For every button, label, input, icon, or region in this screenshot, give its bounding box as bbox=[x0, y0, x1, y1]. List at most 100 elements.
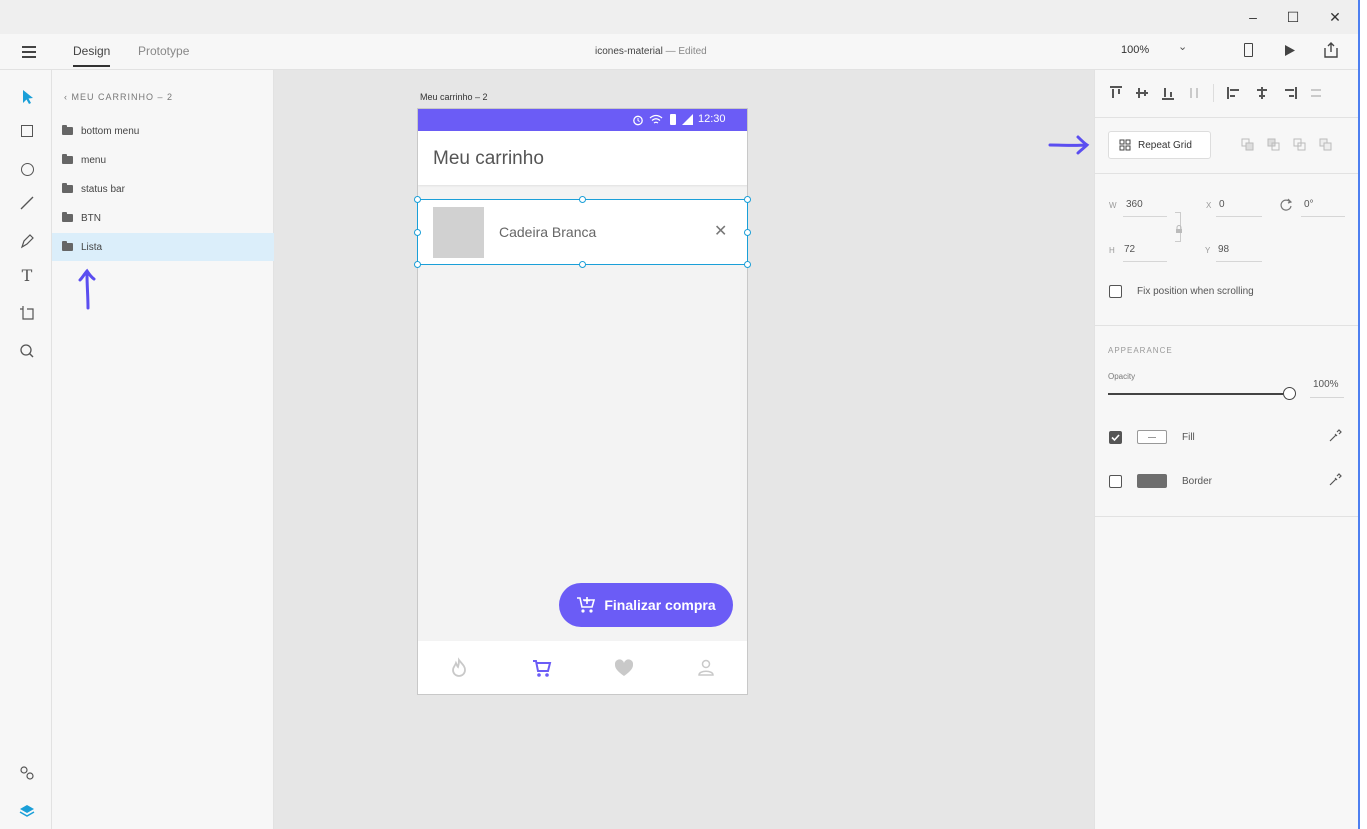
flame-icon[interactable] bbox=[448, 657, 470, 679]
product-thumbnail bbox=[433, 207, 484, 258]
layer-label: menu bbox=[81, 154, 107, 166]
share-icon[interactable] bbox=[1324, 42, 1338, 58]
align-middle-icon[interactable] bbox=[1135, 86, 1149, 100]
layers-icon[interactable] bbox=[18, 802, 36, 820]
breadcrumb-label: MEU CARRINHO – 2 bbox=[71, 92, 174, 102]
select-icon[interactable] bbox=[18, 88, 36, 106]
layer-item[interactable]: menu bbox=[52, 146, 274, 174]
align-center-icon[interactable] bbox=[1255, 86, 1269, 100]
layer-item-selected[interactable]: Lista bbox=[52, 233, 274, 261]
plugins-icon[interactable] bbox=[18, 764, 36, 782]
document-status: — Edited bbox=[665, 46, 707, 57]
artboard-label[interactable]: Meu carrinho – 2 bbox=[420, 92, 488, 102]
grid-icon bbox=[1119, 139, 1131, 151]
fill-swatch[interactable] bbox=[1137, 430, 1167, 444]
opacity-slider-thumb[interactable] bbox=[1283, 387, 1296, 400]
wifi-icon bbox=[649, 114, 663, 124]
play-icon[interactable] bbox=[1284, 44, 1296, 57]
layers-breadcrumb[interactable]: ‹ MEU CARRINHO – 2 bbox=[64, 92, 173, 102]
heart-icon[interactable] bbox=[613, 657, 635, 679]
layer-label: Lista bbox=[81, 241, 103, 253]
status-bar: 12:30 bbox=[418, 109, 747, 131]
app-title: Meu carrinho bbox=[433, 148, 544, 169]
minimize-button[interactable]: – bbox=[1241, 6, 1265, 28]
x-field-underline bbox=[1216, 216, 1262, 217]
boolean-exclude-icon[interactable] bbox=[1319, 138, 1332, 151]
boolean-intersect-icon[interactable] bbox=[1293, 138, 1306, 151]
y-label: Y bbox=[1205, 246, 1212, 255]
align-bottom-icon[interactable] bbox=[1161, 86, 1175, 100]
height-label: H bbox=[1109, 246, 1116, 255]
layer-item[interactable]: BTN bbox=[52, 204, 274, 232]
eyedropper-icon[interactable] bbox=[1328, 429, 1342, 443]
distribute-vertical-icon[interactable] bbox=[1187, 86, 1201, 100]
folder-icon bbox=[62, 154, 73, 164]
ellipse-icon[interactable] bbox=[18, 160, 36, 178]
close-button[interactable]: ✕ bbox=[1323, 6, 1347, 28]
opacity-slider-track[interactable] bbox=[1108, 393, 1283, 395]
product-name: Cadeira Branca bbox=[499, 224, 597, 240]
rotation-field-underline bbox=[1301, 216, 1345, 217]
bottom-nav bbox=[418, 641, 747, 694]
opacity-value[interactable]: 100% bbox=[1313, 379, 1339, 390]
fill-checkbox[interactable] bbox=[1109, 431, 1122, 444]
rectangle-icon[interactable] bbox=[18, 122, 36, 140]
height-field-underline bbox=[1123, 261, 1167, 262]
document-title: icones-material — Edited bbox=[595, 46, 707, 57]
height-value[interactable]: 72 bbox=[1124, 244, 1135, 255]
chevron-left-icon[interactable]: ‹ bbox=[64, 92, 72, 102]
align-right-icon[interactable] bbox=[1283, 86, 1297, 100]
y-value[interactable]: 98 bbox=[1218, 244, 1229, 255]
width-field-underline bbox=[1123, 216, 1167, 217]
transform-section: W 360 X 0 0° H 72 Y 98 Fix position when… bbox=[1095, 174, 1359, 326]
signal-icon bbox=[682, 114, 693, 125]
opacity-label: Opacity bbox=[1108, 372, 1136, 381]
chevron-down-icon[interactable]: ⌄ bbox=[1178, 40, 1187, 53]
rotation-value[interactable]: 0° bbox=[1304, 199, 1314, 210]
zoom-icon[interactable] bbox=[18, 342, 36, 360]
width-value[interactable]: 360 bbox=[1126, 199, 1143, 210]
distribute-horizontal-icon[interactable] bbox=[1309, 86, 1323, 100]
artboard[interactable]: 12:30 Meu carrinho Cadeira Branca ✕ Fina… bbox=[417, 108, 748, 695]
scrollbar[interactable] bbox=[1358, 0, 1367, 829]
scrollbar-edge bbox=[1358, 0, 1360, 829]
line-icon[interactable] bbox=[18, 194, 36, 212]
zoom-level[interactable]: 100% bbox=[1121, 44, 1149, 56]
maximize-button[interactable]: ☐ bbox=[1281, 6, 1305, 28]
text-icon[interactable]: T bbox=[18, 266, 36, 285]
border-checkbox[interactable] bbox=[1109, 475, 1122, 488]
annotation-arrow-right bbox=[1048, 135, 1090, 155]
device-preview-icon[interactable] bbox=[1244, 43, 1253, 57]
border-swatch[interactable] bbox=[1137, 474, 1167, 488]
pen-icon[interactable] bbox=[18, 232, 36, 250]
checkout-button[interactable]: Finalizar compra bbox=[559, 583, 733, 627]
layer-item[interactable]: status bar bbox=[52, 175, 274, 203]
width-label: W bbox=[1109, 201, 1118, 210]
x-value[interactable]: 0 bbox=[1219, 199, 1225, 210]
boolean-subtract-icon[interactable] bbox=[1267, 138, 1280, 151]
status-time: 12:30 bbox=[698, 113, 726, 125]
tab-prototype[interactable]: Prototype bbox=[138, 44, 189, 58]
layer-label: bottom menu bbox=[81, 125, 140, 137]
lock-icon[interactable] bbox=[1175, 225, 1183, 234]
eyedropper-icon[interactable] bbox=[1328, 473, 1342, 487]
appearance-heading: APPEARANCE bbox=[1108, 346, 1173, 355]
close-icon[interactable]: ✕ bbox=[714, 221, 727, 241]
layer-item[interactable]: bottom menu bbox=[52, 117, 274, 145]
annotation-arrow-up bbox=[78, 268, 96, 310]
repeat-grid-button[interactable]: Repeat Grid bbox=[1108, 131, 1211, 159]
profile-icon[interactable] bbox=[695, 657, 717, 679]
opacity-field-underline bbox=[1310, 397, 1344, 398]
cart-icon[interactable] bbox=[531, 657, 553, 679]
align-left-icon[interactable] bbox=[1227, 86, 1241, 100]
list-item[interactable]: Cadeira Branca ✕ bbox=[418, 200, 747, 264]
rotation-icon bbox=[1280, 198, 1293, 211]
hamburger-icon[interactable] bbox=[22, 46, 36, 58]
align-top-icon[interactable] bbox=[1109, 86, 1123, 100]
cart-add-icon bbox=[577, 597, 596, 613]
artboard-icon[interactable] bbox=[18, 304, 36, 322]
check-icon bbox=[1111, 434, 1120, 442]
boolean-add-icon[interactable] bbox=[1241, 138, 1254, 151]
fix-position-checkbox[interactable] bbox=[1109, 285, 1122, 298]
tab-design[interactable]: Design bbox=[73, 44, 110, 58]
